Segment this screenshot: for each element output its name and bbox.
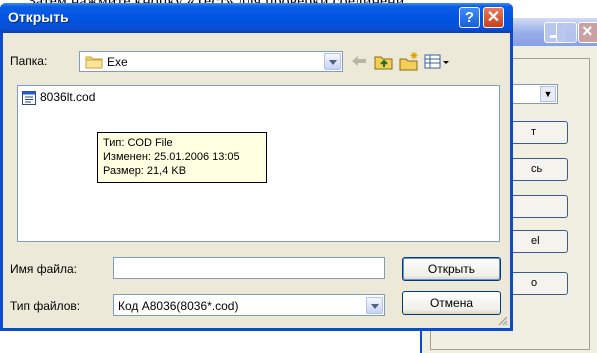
folder-label: Папка: [10, 54, 48, 68]
up-folder-icon[interactable] [373, 51, 395, 72]
filetype-select[interactable]: Код A8036(8036*.cod) [113, 294, 385, 316]
filename-input[interactable] [113, 257, 385, 279]
chevron-down-icon[interactable] [366, 297, 383, 314]
back-icon[interactable] [348, 51, 370, 72]
open-button[interactable]: Открыть [402, 257, 501, 281]
chevron-down-icon: ▼ [540, 86, 556, 102]
new-folder-icon[interactable] [398, 51, 420, 72]
file-info-tooltip: Тип: COD File Изменен: 25.01.2006 13:05 … [97, 132, 267, 183]
help-icon: ? [464, 9, 475, 26]
close-icon[interactable]: × [578, 21, 597, 43]
resize-grip-icon[interactable] [496, 314, 508, 326]
filetype-value: Код A8036(8036*.cod) [118, 299, 239, 313]
chevron-down-icon[interactable] [324, 53, 341, 70]
cod-file-icon [22, 91, 36, 105]
tooltip-modified: Изменен: 25.01.2006 13:05 [103, 151, 240, 163]
filename-label: Имя файла: [10, 262, 77, 276]
filetype-label: Тип файлов: [10, 299, 81, 313]
help-button[interactable]: ? [459, 7, 480, 28]
open-file-dialog: Открыть ? ✕ Папка: Exe 8036lt.cod Тип: C… [0, 3, 513, 331]
cancel-button[interactable]: Отмена [402, 291, 501, 315]
tooltip-type: Тип: COD File [103, 137, 173, 149]
dialog-titlebar[interactable]: Открыть ? ✕ [0, 3, 513, 33]
tooltip-size: Размер: 21,4 KB [103, 165, 187, 177]
view-menu-icon[interactable] [423, 51, 451, 72]
maximize-icon[interactable] [556, 22, 577, 43]
file-name: 8036lt.cod [40, 90, 96, 104]
folder-value: Exe [107, 55, 128, 69]
folder-combo[interactable]: Exe [79, 51, 343, 72]
close-button[interactable]: ✕ [483, 7, 504, 28]
dialog-title: Открыть [8, 9, 69, 25]
folder-icon [85, 56, 103, 69]
close-icon: ✕ [486, 9, 501, 26]
